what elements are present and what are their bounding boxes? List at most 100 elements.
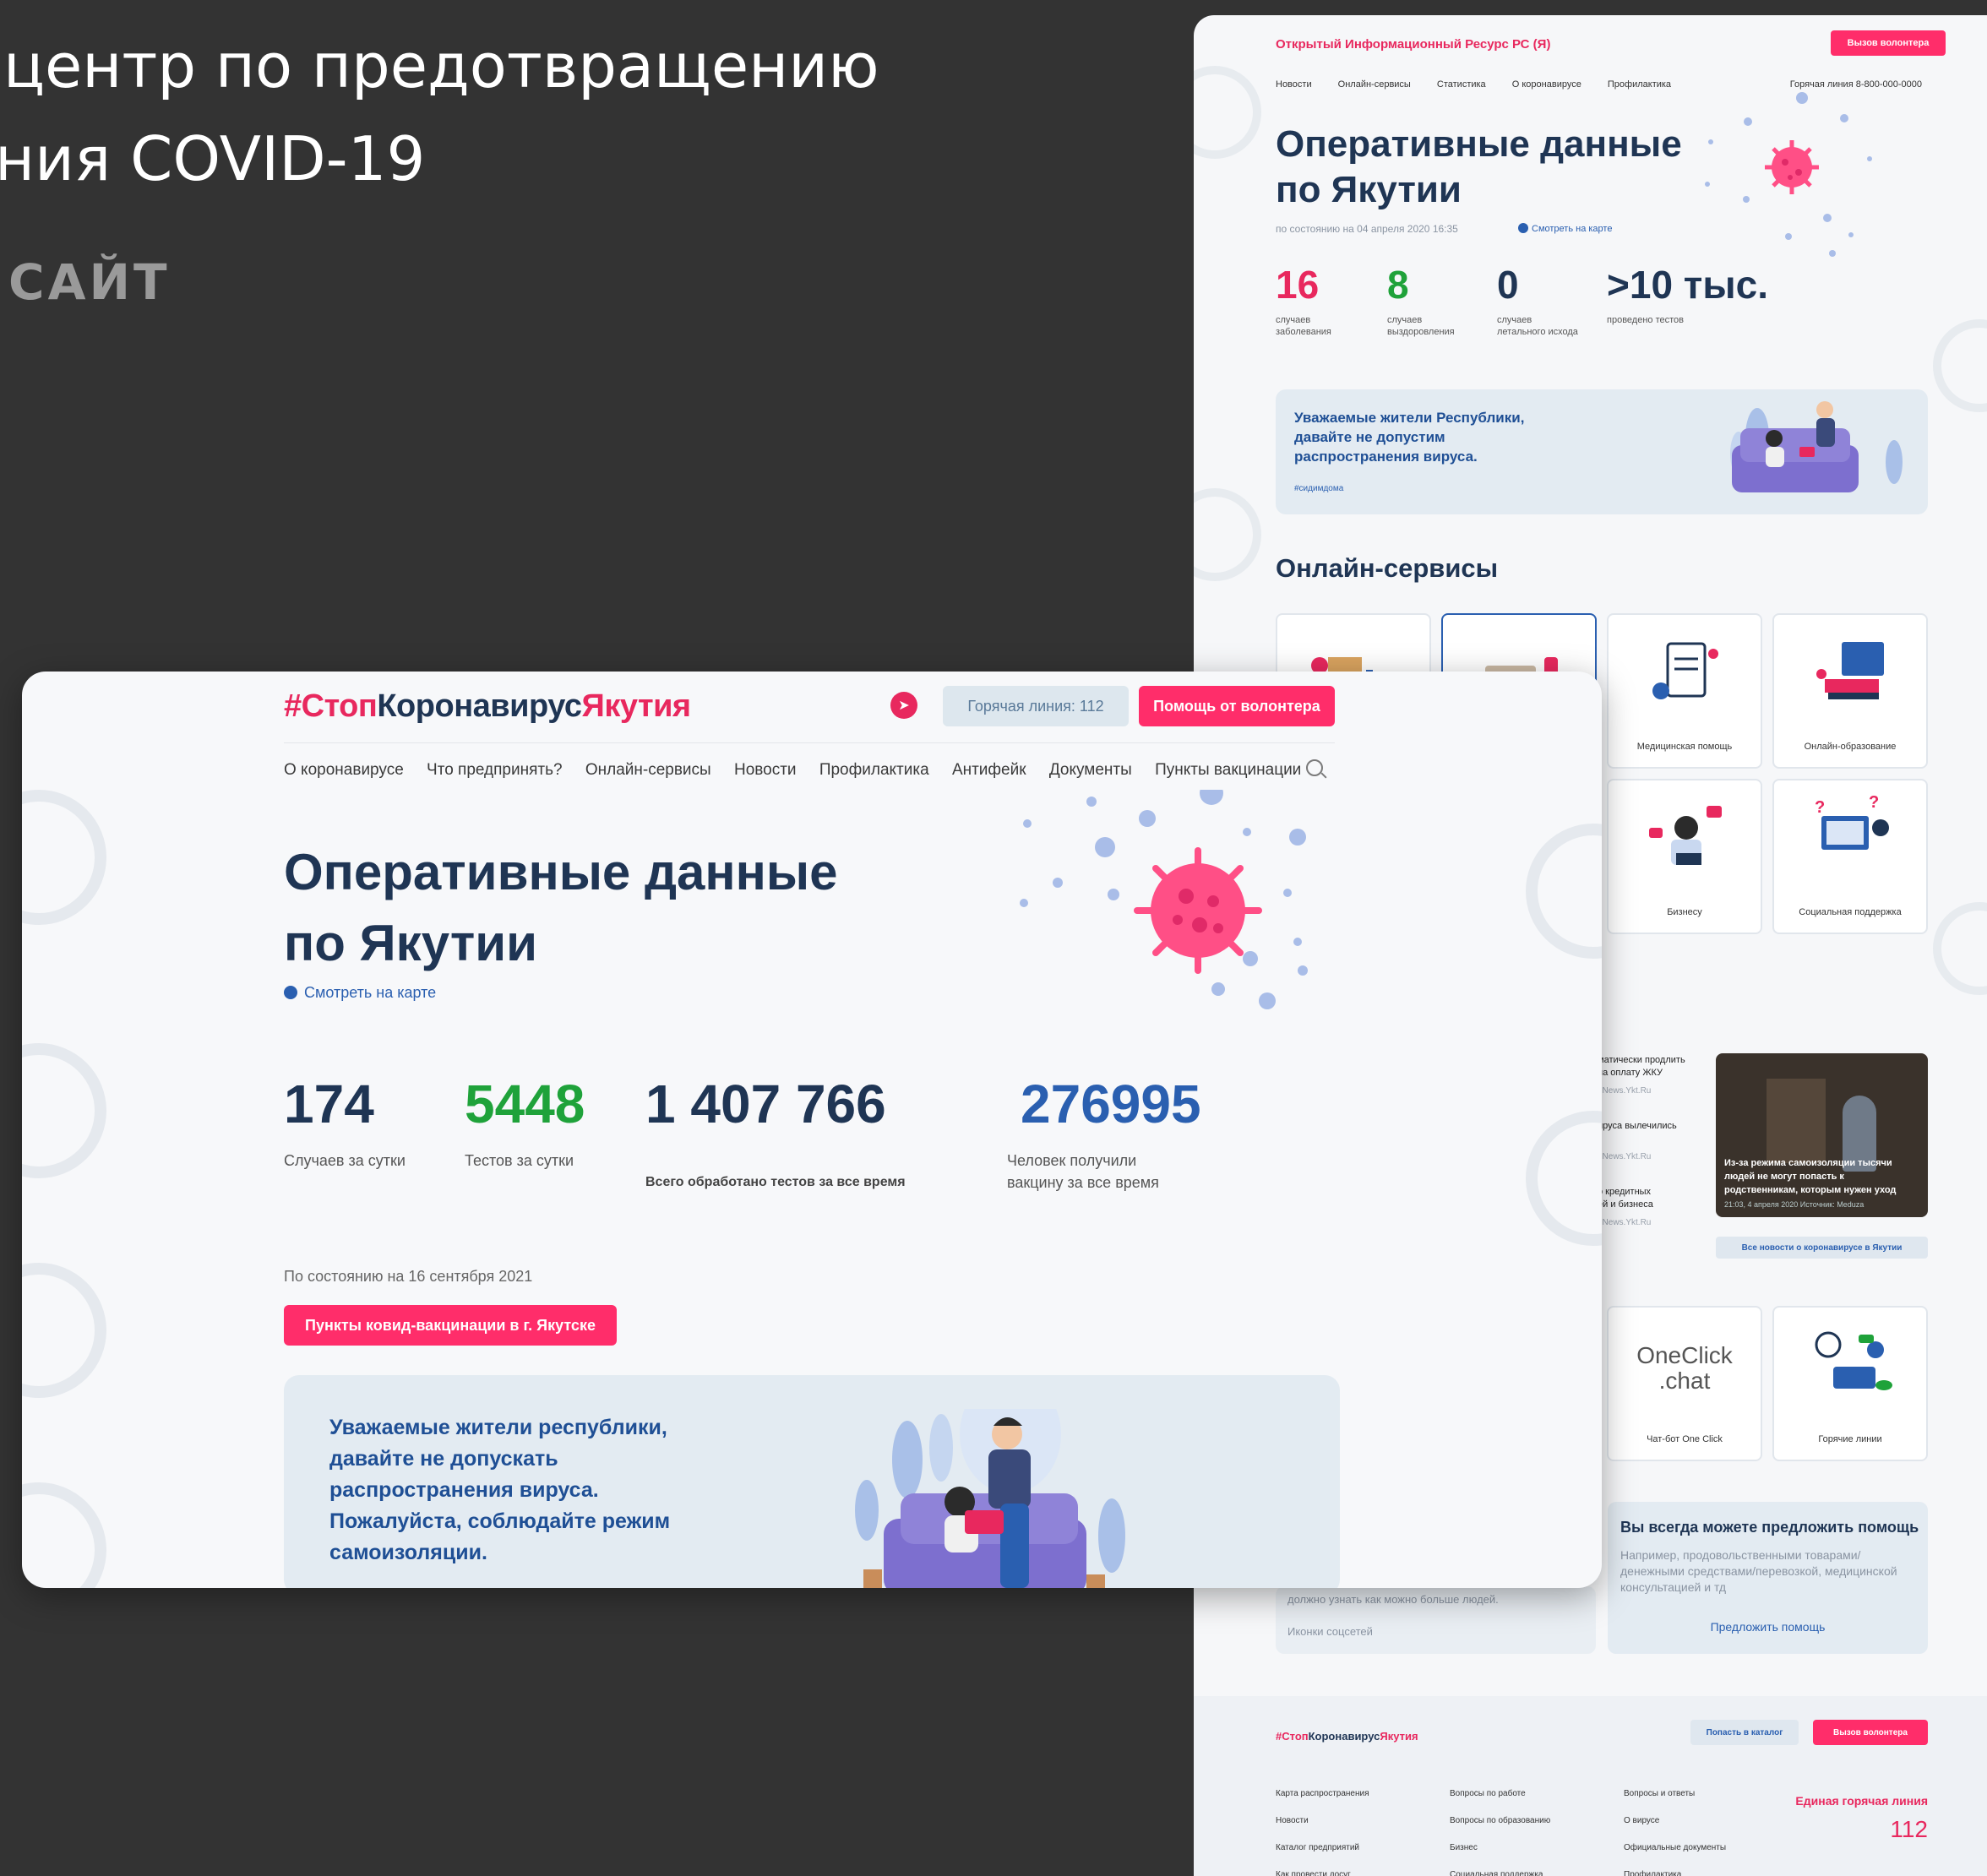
ornament-pattern (22, 1482, 106, 1588)
footer-link[interactable]: Как провести досуг (1276, 1862, 1369, 1876)
volunteer-help-button[interactable]: Помощь от волонтера (1139, 686, 1335, 726)
stat-label: вакцину за все время (1007, 1174, 1159, 1191)
footer-link[interactable]: Каталог предприятий (1276, 1835, 1369, 1862)
footer-link[interactable]: Вопросы по образованию (1450, 1808, 1550, 1835)
back-volunteer-button[interactable]: Вызов волонтера (1831, 30, 1946, 56)
back-nav-item[interactable]: Профилактика (1608, 79, 1671, 90)
nav-item[interactable]: Пункты вакцинации (1155, 761, 1301, 779)
offer-help-block: Вы всегда можете предложить помощь Напри… (1608, 1502, 1928, 1654)
service-card[interactable]: ?? Социальная поддержка (1772, 779, 1928, 934)
map-link-label: Смотреть на карте (304, 984, 437, 1001)
presentation-title-line1: центр по предотвращению (3, 30, 879, 101)
back-nav-item[interactable]: Новости (1276, 79, 1312, 90)
back-banner-tag[interactable]: #сидимдома (1294, 484, 1343, 493)
footer-hotline-number[interactable]: 112 (1795, 1816, 1928, 1843)
front-heading: Оперативные данные по Якутии (284, 837, 838, 979)
banner-line: Уважаемые жители республики, (329, 1416, 667, 1439)
news-item[interactable]: ируса вылечились : News.Ykt.Ru (1598, 1120, 1677, 1163)
back-stat-value: 16 (1276, 263, 1320, 307)
svg-text:?: ? (1869, 794, 1879, 812)
brand-part: #Стоп (284, 688, 378, 724)
stat-label: Всего обработано тестов за все время (645, 1175, 906, 1189)
vaccination-points-button[interactable]: Пункты ковид-вакцинации в г. Якутске (284, 1305, 617, 1346)
service-card-label: Онлайн-образование (1804, 742, 1897, 752)
nav-item[interactable]: О коронавирусе (284, 761, 404, 779)
back-hotline[interactable]: Горячая линия 8-800-000-0000 (1790, 79, 1922, 90)
footer-link[interactable]: Вопросы и ответы (1624, 1781, 1726, 1808)
news-title: о кредитных (1598, 1187, 1652, 1197)
offer-help-link[interactable]: Предложить помощь (1608, 1620, 1928, 1634)
nav-item[interactable]: Новости (734, 761, 797, 779)
back-heading: Оперативные данные по Якутии (1276, 122, 1682, 213)
banner-line: Пожалуйста, соблюдайте режим (329, 1509, 671, 1533)
oneclick-logo-line: .chat (1658, 1368, 1711, 1394)
back-nav-item[interactable]: Статистика (1437, 79, 1486, 90)
footer-catalog-button[interactable]: Попасть в каталог (1690, 1720, 1799, 1745)
back-map-link[interactable]: Смотреть на карте (1518, 223, 1612, 234)
back-nav-item[interactable]: О коронавирусе (1512, 79, 1581, 90)
back-brand[interactable]: Открытый Информационный Ресурс РС (Я) (1276, 37, 1550, 52)
footer-link[interactable]: Вопросы по работе (1450, 1781, 1550, 1808)
map-link[interactable]: Смотреть на карте (284, 984, 436, 1002)
search-icon[interactable] (1306, 759, 1323, 776)
service-card[interactable]: Горячие линии (1772, 1306, 1928, 1461)
nav-item[interactable]: Что предпринять? (427, 761, 563, 779)
as-of-date: По состоянию на 16 сентября 2021 (284, 1268, 533, 1285)
nav-item[interactable]: Документы (1049, 761, 1132, 779)
hotline-button[interactable]: Горячая линия: 112 (943, 686, 1129, 726)
back-as-of: по состоянию на 04 апреля 2020 16:35 (1276, 223, 1458, 235)
social-block: должно узнать как можно больше людей. Ик… (1276, 1586, 1596, 1654)
ornament-pattern (22, 1263, 106, 1398)
ornament-pattern (22, 1043, 106, 1178)
news-title: ей и бизнеса (1598, 1199, 1653, 1210)
footer-link[interactable]: Бизнес (1450, 1835, 1550, 1862)
service-card[interactable]: Онлайн-образование (1772, 613, 1928, 769)
stat-block: 276995 Человек получили вакцину за все в… (1007, 1077, 1201, 1194)
social-support-icon: ?? (1815, 794, 1889, 850)
footer-column: Вопросы и ответы О вирусе Официальные до… (1624, 1781, 1726, 1876)
featured-news-meta: 21:03, 4 апреля 2020 Источник: Meduza (1724, 1200, 1865, 1209)
news-source: : News.Ykt.Ru (1598, 1152, 1652, 1161)
ornament-pattern (1526, 824, 1602, 959)
footer-volunteer-button[interactable]: Вызов волонтера (1813, 1720, 1928, 1745)
footer-link[interactable]: Официальные документы (1624, 1835, 1726, 1862)
back-banner-line: давайте не допустим (1294, 429, 1445, 445)
stat-value: 174 (284, 1074, 374, 1134)
footer-link[interactable]: Новости (1276, 1808, 1369, 1835)
footer-link[interactable]: Социальная поддержка (1450, 1862, 1550, 1876)
news-item[interactable]: матически продлить на оплату ЖКУ : News.… (1598, 1054, 1685, 1097)
news-title: ируса вылечились (1598, 1121, 1677, 1131)
nav-item[interactable]: Профилактика (819, 761, 929, 779)
service-card[interactable]: Бизнесу (1607, 779, 1762, 934)
back-nav-item[interactable]: Онлайн-сервисы (1338, 79, 1411, 90)
nav-item[interactable]: Онлайн-сервисы (585, 761, 711, 779)
back-stat: >10 тыс. проведено тестов (1607, 265, 1768, 326)
back-stat-value: 0 (1497, 263, 1519, 307)
ornament-pattern (1194, 66, 1261, 159)
footer-link[interactable]: О вирусе (1624, 1808, 1726, 1835)
news-item[interactable]: о кредитных ей и бизнеса : News.Ykt.Ru (1598, 1186, 1653, 1229)
banner-line: самоизоляции. (329, 1541, 487, 1564)
service-card-label: Чат-бот One Click (1647, 1434, 1723, 1444)
service-card[interactable]: Медицинская помощь (1607, 613, 1762, 769)
service-card[interactable]: OneClick .chat Чат-бот One Click (1607, 1306, 1762, 1461)
nav-item[interactable]: Антифейк (952, 761, 1026, 779)
social-icons-placeholder[interactable]: Иконки соцсетей (1287, 1625, 1373, 1638)
featured-news-photo[interactable]: Из-за режима самоизоляции тысячи людей н… (1716, 1053, 1928, 1217)
news-source: : News.Ykt.Ru (1598, 1086, 1652, 1096)
ornament-pattern (22, 790, 106, 925)
footer-link[interactable]: Карта распространения (1276, 1781, 1369, 1808)
footer-brand[interactable]: #СтопКоронавирусЯкутия (1276, 1730, 1418, 1743)
telegram-icon[interactable]: ➤ (890, 692, 917, 719)
stay-home-banner: Уважаемые жители республики, давайте не … (284, 1375, 1340, 1588)
stat-label: Тестов за сутки (465, 1152, 574, 1169)
front-nav: О коронавирусе Что предпринять? Онлайн-с… (284, 761, 1320, 780)
footer-link[interactable]: Профилактика (1624, 1862, 1726, 1876)
ornament-pattern (1194, 488, 1261, 581)
back-heading-line: по Якутии (1276, 169, 1462, 210)
ornament-pattern (1526, 1111, 1602, 1246)
all-news-button[interactable]: Все новости о коронавирусе в Якутии (1716, 1237, 1928, 1259)
news-source: : News.Ykt.Ru (1598, 1218, 1652, 1227)
oneclick-logo: OneClick .chat (1609, 1343, 1761, 1394)
front-brand-logo[interactable]: #СтопКоронавирусЯкутия (284, 688, 691, 725)
